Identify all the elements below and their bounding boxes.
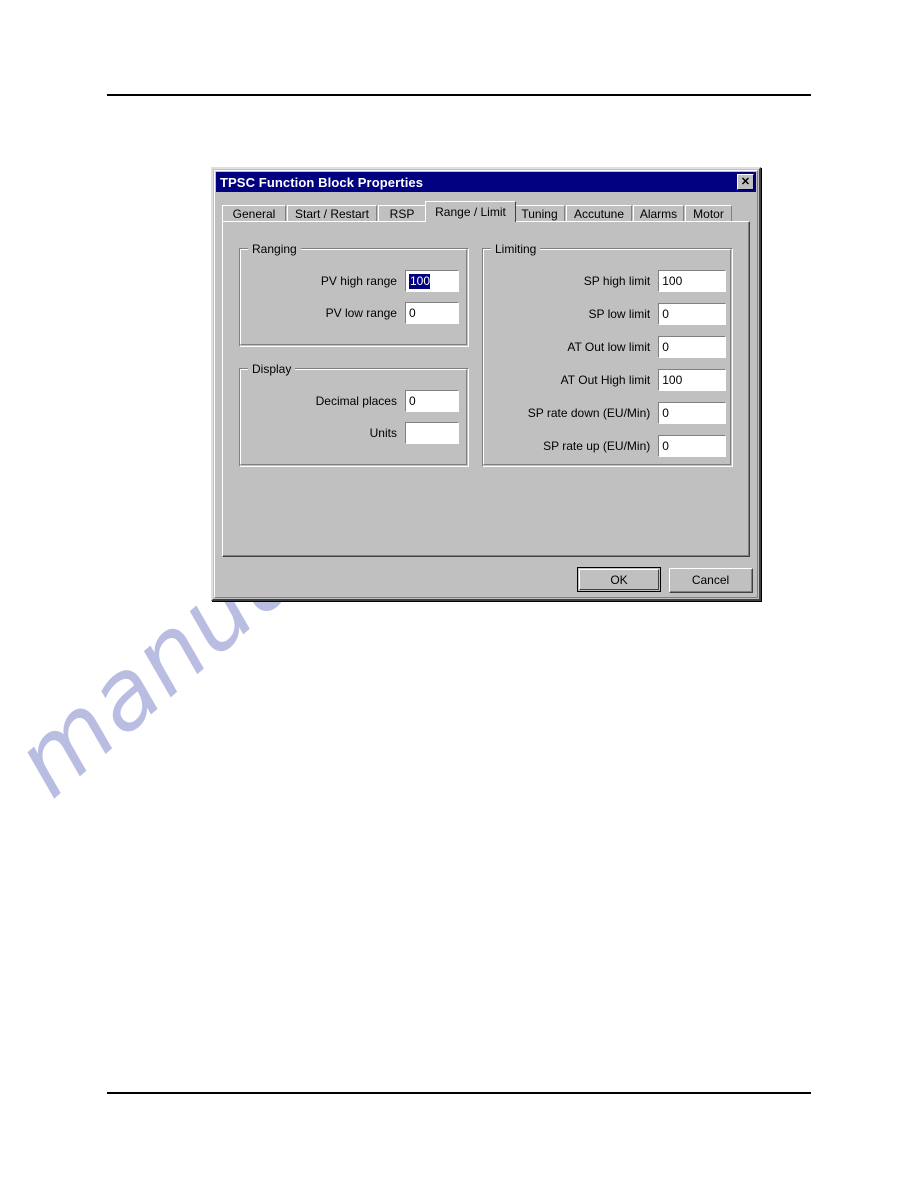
group-ranging-title: Ranging bbox=[248, 242, 301, 256]
dialog-title: TPSC Function Block Properties bbox=[220, 174, 424, 190]
input-sp-rate-up[interactable]: 0 bbox=[658, 435, 726, 457]
input-sp-high-limit-inner: 100 bbox=[662, 271, 725, 291]
group-display-frame bbox=[239, 368, 469, 467]
field-row-units: Units bbox=[249, 422, 459, 444]
input-sp-rate-down-inner: 0 bbox=[662, 403, 725, 423]
label-units: Units bbox=[369, 426, 397, 440]
field-row-decimal-places: Decimal places 0 bbox=[249, 390, 459, 412]
tab-strip: General Start / Restart RSP Range / Limi… bbox=[222, 201, 750, 222]
tab-rsp[interactable]: RSP bbox=[378, 205, 426, 222]
input-pv-high-range-inner: 100 bbox=[408, 271, 458, 291]
field-row-sp-rate-up: SP rate up (EU/Min) 0 bbox=[490, 435, 726, 457]
cancel-button-face: Cancel bbox=[670, 569, 752, 592]
input-sp-rate-down[interactable]: 0 bbox=[658, 402, 726, 424]
input-pv-low-range[interactable]: 0 bbox=[404, 302, 459, 324]
input-units[interactable] bbox=[404, 422, 459, 444]
group-display: Display Decimal places 0 Units bbox=[239, 362, 469, 467]
value-decimal-places: 0 bbox=[408, 394, 416, 408]
label-at-out-high-limit: AT Out High limit bbox=[560, 373, 651, 387]
input-at-out-low-limit[interactable]: 0 bbox=[658, 336, 726, 358]
field-row-at-out-low-limit: AT Out low limit 0 bbox=[490, 336, 726, 358]
ok-button-face: OK bbox=[579, 569, 659, 590]
group-display-frame-inner bbox=[240, 369, 467, 465]
label-sp-low-limit: SP low limit bbox=[588, 307, 651, 321]
input-sp-low-limit[interactable]: 0 bbox=[658, 303, 726, 325]
field-row-sp-high-limit: SP high limit 100 bbox=[490, 270, 726, 292]
input-pv-high-range[interactable]: 100 bbox=[404, 270, 459, 292]
value-sp-high-limit: 100 bbox=[662, 274, 683, 288]
input-pv-low-range-inner: 0 bbox=[409, 303, 458, 323]
field-row-at-out-high-limit: AT Out High limit 100 bbox=[490, 369, 726, 391]
input-at-out-low-limit-inner: 0 bbox=[662, 337, 725, 357]
tab-accutune[interactable]: Accutune bbox=[566, 205, 632, 222]
group-limiting-title: Limiting bbox=[491, 242, 541, 256]
input-sp-high-limit[interactable]: 100 bbox=[658, 270, 726, 292]
label-at-out-low-limit: AT Out low limit bbox=[567, 340, 651, 354]
field-row-pv-low-range: PV low range 0 bbox=[249, 302, 459, 324]
input-sp-low-limit-inner: 0 bbox=[662, 304, 725, 324]
group-ranging-frame-inner bbox=[240, 249, 467, 345]
ok-button-label: OK bbox=[610, 572, 628, 587]
input-sp-rate-up-inner: 0 bbox=[662, 436, 725, 456]
input-at-out-high-limit[interactable]: 100 bbox=[658, 369, 726, 391]
label-decimal-places: Decimal places bbox=[315, 394, 397, 408]
cancel-button[interactable]: Cancel bbox=[669, 568, 753, 593]
label-pv-high-range: PV high range bbox=[320, 274, 397, 288]
input-decimal-places[interactable]: 0 bbox=[404, 390, 459, 412]
input-units-inner bbox=[409, 423, 458, 443]
label-pv-low-range: PV low range bbox=[325, 306, 397, 320]
label-sp-high-limit: SP high limit bbox=[583, 274, 651, 288]
tab-tuning[interactable]: Tuning bbox=[514, 205, 565, 222]
value-pv-low-range: 0 bbox=[408, 306, 416, 320]
tab-motor[interactable]: Motor bbox=[685, 205, 732, 222]
ok-button[interactable]: OK bbox=[577, 567, 661, 592]
label-sp-rate-down: SP rate down (EU/Min) bbox=[527, 406, 651, 420]
tab-panel-range-limit: Ranging PV high range 100 PV low range 0 bbox=[222, 221, 750, 557]
page-footer-rule bbox=[107, 1092, 811, 1094]
tab-start-restart[interactable]: Start / Restart bbox=[287, 205, 377, 222]
label-sp-rate-up: SP rate up (EU/Min) bbox=[543, 439, 651, 453]
group-display-title: Display bbox=[248, 362, 296, 376]
field-row-sp-low-limit: SP low limit 0 bbox=[490, 303, 726, 325]
input-decimal-places-inner: 0 bbox=[409, 391, 458, 411]
tab-general[interactable]: General bbox=[222, 205, 286, 222]
field-row-sp-rate-down: SP rate down (EU/Min) 0 bbox=[490, 402, 726, 424]
close-icon: ✕ bbox=[740, 175, 751, 188]
input-at-out-high-limit-inner: 100 bbox=[662, 370, 725, 390]
value-at-out-low-limit: 0 bbox=[662, 340, 669, 354]
cancel-button-label: Cancel bbox=[691, 573, 730, 587]
value-sp-low-limit: 0 bbox=[662, 307, 669, 321]
group-ranging-frame bbox=[239, 248, 469, 347]
value-pv-high-range: 100 bbox=[408, 273, 431, 289]
value-sp-rate-down: 0 bbox=[662, 406, 669, 420]
value-at-out-high-limit: 100 bbox=[662, 373, 683, 387]
value-sp-rate-up: 0 bbox=[662, 439, 669, 453]
tpsc-function-block-properties-dialog: TPSC Function Block Properties ✕ General… bbox=[211, 167, 761, 601]
group-ranging: Ranging PV high range 100 PV low range 0 bbox=[239, 242, 469, 347]
page-header-rule bbox=[107, 94, 811, 96]
dialog-titlebar[interactable]: TPSC Function Block Properties ✕ bbox=[216, 172, 756, 192]
tab-range-limit[interactable]: Range / Limit bbox=[425, 201, 516, 222]
field-row-pv-high-range: PV high range 100 bbox=[249, 270, 459, 292]
close-button[interactable]: ✕ bbox=[737, 174, 754, 190]
group-limiting: Limiting SP high limit 100 SP low limit … bbox=[482, 242, 733, 467]
tab-alarms[interactable]: Alarms bbox=[633, 205, 684, 222]
